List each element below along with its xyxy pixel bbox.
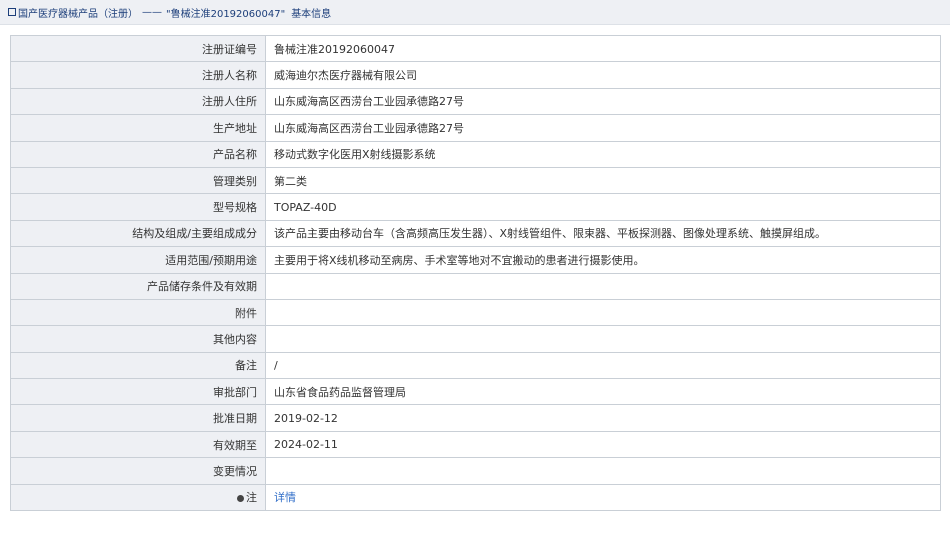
table-row: 生产地址 山东威海高区西涝台工业园承德路27号 bbox=[10, 114, 941, 142]
row-label: 型号规格 bbox=[10, 193, 266, 221]
row-label: 注册人住所 bbox=[10, 87, 266, 116]
table-row: 附件 bbox=[10, 298, 941, 327]
table-row: 产品储存条件及有效期 bbox=[10, 272, 941, 300]
note-label: 注 bbox=[10, 483, 266, 512]
detail-table: 注册证编号 鲁械注准20192060047 注册人名称 威海迪尔杰医疗器械有限公司 … bbox=[10, 34, 941, 512]
row-label: 附件 bbox=[10, 298, 266, 327]
table-row: 注册人住所 山东威海高区西涝台工业园承德路27号 bbox=[10, 87, 941, 116]
row-label: 结构及组成/主要组成成分 bbox=[10, 219, 266, 248]
row-label: 产品储存条件及有效期 bbox=[10, 272, 266, 300]
row-label: 批准日期 bbox=[10, 404, 266, 432]
row-value: 山东省食品药品监督管理局 bbox=[265, 378, 941, 406]
row-value: 山东威海高区西涝台工业园承德路27号 bbox=[265, 114, 941, 142]
table-row: 适用范围/预期用途 主要用于将X线机移动至病房、手术室等地对不宜搬动的患者进行摄影… bbox=[10, 246, 941, 274]
row-label: 变更情况 bbox=[10, 457, 266, 485]
row-label: 注册证编号 bbox=[10, 34, 266, 63]
row-label: 适用范围/预期用途 bbox=[10, 246, 266, 274]
row-value: 2019-02-12 bbox=[265, 404, 941, 432]
row-value bbox=[265, 272, 941, 300]
note-label-text: 注 bbox=[246, 491, 257, 505]
row-value: 主要用于将X线机移动至病房、手术室等地对不宜搬动的患者进行摄影使用。 bbox=[265, 246, 941, 274]
table-row: 注 详情 bbox=[10, 483, 941, 512]
table-row: 审批部门 山东省食品药品监督管理局 bbox=[10, 378, 941, 406]
breadcrumb-suffix: 基本信息 bbox=[291, 8, 332, 20]
row-value: 该产品主要由移动台车（含高频高压发生器）、X射线管组件、限束器、平板探测器、图像… bbox=[265, 219, 941, 248]
details-link[interactable]: 详情 bbox=[274, 491, 296, 504]
row-label: 管理类别 bbox=[10, 166, 266, 195]
row-label: 有效期至 bbox=[10, 430, 266, 459]
row-label: 生产地址 bbox=[10, 114, 266, 142]
note-value: 详情 bbox=[265, 483, 941, 512]
row-value: / bbox=[265, 351, 941, 380]
breadcrumb-root[interactable]: 国产医疗器械产品（注册） bbox=[18, 5, 138, 20]
table-row: 结构及组成/主要组成成分 该产品主要由移动台车（含高频高压发生器）、X射线管组件、… bbox=[10, 219, 941, 248]
table-row: 注册人名称 威海迪尔杰医疗器械有限公司 bbox=[10, 61, 941, 89]
table-row: 管理类别 第二类 bbox=[10, 166, 941, 195]
row-label: 产品名称 bbox=[10, 140, 266, 168]
table-row: 型号规格 TOPAZ-40D bbox=[10, 193, 941, 221]
table-row: 批准日期 2019-02-12 bbox=[10, 404, 941, 432]
table-row: 注册证编号 鲁械注准20192060047 bbox=[10, 34, 941, 63]
row-value bbox=[265, 298, 941, 327]
row-label: 注册人名称 bbox=[10, 61, 266, 89]
row-label: 审批部门 bbox=[10, 378, 266, 406]
table-row: 变更情况 bbox=[10, 457, 941, 485]
table-row: 备注 / bbox=[10, 351, 941, 380]
row-value: 第二类 bbox=[265, 166, 941, 195]
row-value bbox=[265, 457, 941, 485]
row-label: 其他内容 bbox=[10, 325, 266, 353]
row-value: 威海迪尔杰医疗器械有限公司 bbox=[265, 61, 941, 89]
row-value: 移动式数字化医用X射线摄影系统 bbox=[265, 140, 941, 168]
breadcrumb-separator: —— bbox=[142, 6, 162, 18]
row-value: TOPAZ-40D bbox=[265, 193, 941, 221]
row-value: 鲁械注准20192060047 bbox=[265, 34, 941, 63]
row-value bbox=[265, 325, 941, 353]
table-row: 有效期至 2024-02-11 bbox=[10, 430, 941, 459]
table-row: 其他内容 bbox=[10, 325, 941, 353]
table-row: 产品名称 移动式数字化医用X射线摄影系统 bbox=[10, 140, 941, 168]
bulb-icon bbox=[237, 494, 244, 502]
page-icon bbox=[8, 8, 16, 16]
breadcrumb: 国产医疗器械产品（注册） —— "鲁械注准20192060047" 基本信息 bbox=[0, 0, 950, 25]
breadcrumb-current: "鲁械注准20192060047" bbox=[166, 8, 286, 20]
row-label: 备注 bbox=[10, 351, 266, 380]
row-value: 山东威海高区西涝台工业园承德路27号 bbox=[265, 87, 941, 116]
row-value: 2024-02-11 bbox=[265, 430, 941, 459]
